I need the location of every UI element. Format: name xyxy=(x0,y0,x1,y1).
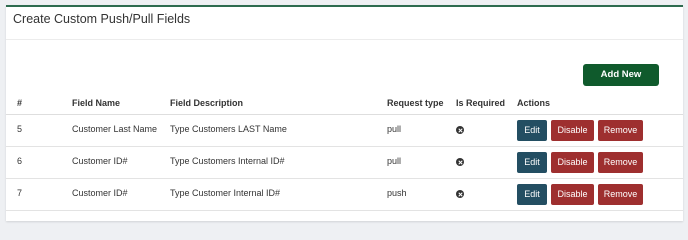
remove-button[interactable]: Remove xyxy=(598,184,643,205)
edit-button[interactable]: Edit xyxy=(517,120,547,141)
col-header-request-type: Request type xyxy=(387,98,444,108)
x-circle-icon xyxy=(456,158,464,166)
table-header: # Field Name Field Description Request t… xyxy=(6,92,683,115)
row-description: Type Customers LAST Name xyxy=(170,124,287,134)
x-circle-icon xyxy=(456,190,464,198)
row-request-type: pull xyxy=(387,124,402,134)
row-field-name: Customer ID# xyxy=(72,156,128,166)
table-row: 7 Customer ID# Type Customer Internal ID… xyxy=(6,179,683,211)
page-title: Create Custom Push/Pull Fields xyxy=(13,12,191,26)
remove-button[interactable]: Remove xyxy=(598,120,643,141)
table-row: 6 Customer ID# Type Customers Internal I… xyxy=(6,147,683,179)
row-id: 7 xyxy=(17,188,23,198)
row-request-type: push xyxy=(387,188,407,198)
remove-button[interactable]: Remove xyxy=(598,152,643,173)
table-row: 5 Customer Last Name Type Customers LAST… xyxy=(6,115,683,147)
col-header-field-name: Field Name xyxy=(72,98,121,108)
main-panel: Create Custom Push/Pull Fields Add New #… xyxy=(6,5,683,221)
col-header-actions: Actions xyxy=(517,98,551,108)
title-divider xyxy=(6,39,683,40)
edit-button[interactable]: Edit xyxy=(517,152,547,173)
disable-button[interactable]: Disable xyxy=(551,152,594,173)
col-header-description: Field Description xyxy=(170,98,244,108)
row-description: Type Customers Internal ID# xyxy=(170,156,285,166)
add-new-button[interactable]: Add New xyxy=(583,64,659,86)
col-header-id: # xyxy=(17,98,23,108)
row-field-name: Customer Last Name xyxy=(72,124,158,134)
row-field-name: Customer ID# xyxy=(72,188,128,198)
edit-button[interactable]: Edit xyxy=(517,184,547,205)
disable-button[interactable]: Disable xyxy=(551,120,594,141)
row-request-type: pull xyxy=(387,156,402,166)
col-header-is-required: Is Required xyxy=(456,98,506,108)
row-id: 6 xyxy=(17,156,23,166)
x-circle-icon xyxy=(456,126,464,134)
disable-button[interactable]: Disable xyxy=(551,184,594,205)
row-id: 5 xyxy=(17,124,23,134)
row-description: Type Customer Internal ID# xyxy=(170,188,281,198)
